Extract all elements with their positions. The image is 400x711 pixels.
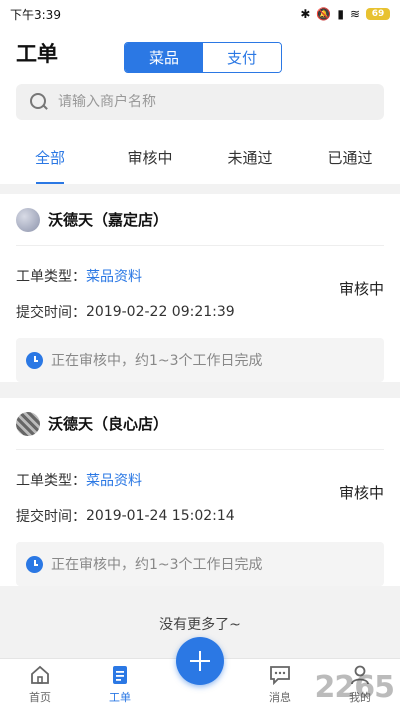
segment-dishes[interactable]: 菜品 (125, 43, 203, 72)
store-avatar (16, 207, 40, 232)
signal-icon: ▮ (337, 7, 344, 21)
order-type-value[interactable]: 菜品资料 (86, 470, 142, 490)
watermark-logo: 2265 (314, 670, 395, 705)
card-body: 工单类型： 菜品资料 提交时间： 2019-01-24 15:02:14 审核中… (16, 450, 384, 586)
card-body: 工单类型： 菜品资料 提交时间： 2019-02-22 09:21:39 审核中… (16, 246, 384, 382)
tab-approved[interactable]: 已通过 (300, 130, 400, 184)
order-type-row: 工单类型： 菜品资料 (16, 258, 384, 294)
status-bar: 下午3:39 ✱ 🔕 ▮ ≋ 69 (0, 0, 400, 28)
mute-icon: 🔕 (316, 7, 332, 21)
submit-time-label: 提交时间： (16, 509, 86, 525)
home-icon (31, 665, 49, 684)
wifi-icon: ≋ (349, 7, 360, 21)
tab-all[interactable]: 全部 (0, 130, 100, 184)
message-icon (270, 666, 290, 685)
tab-reviewing[interactable]: 审核中 (100, 130, 200, 184)
submit-time-row: 提交时间： 2019-02-22 09:21:39 (16, 294, 384, 330)
status-badge: 审核中 (338, 484, 384, 502)
card-header: 沃德天（嘉定店） (16, 194, 384, 246)
submit-time-label: 提交时间： (16, 305, 86, 321)
status-icons: ✱ 🔕 ▮ ≋ 69 (300, 7, 390, 21)
review-notice: 正在审核中，约1~3个工作日完成 (16, 542, 384, 586)
order-card[interactable]: 沃德天（嘉定店） 工单类型： 菜品资料 提交时间： 2019-02-22 09:… (0, 194, 400, 382)
review-notice-text: 正在审核中，约1~3个工作日完成 (51, 557, 263, 573)
tabbar-messages-label: 消息 (269, 691, 291, 704)
tabbar-orders-label: 工单 (109, 691, 131, 704)
store-avatar (16, 411, 40, 436)
add-button[interactable] (176, 637, 224, 685)
clock-icon (26, 555, 43, 573)
order-card[interactable]: 沃德天（良心店） 工单类型： 菜品资料 提交时间： 2019-01-24 15:… (0, 398, 400, 586)
order-icon (113, 666, 127, 684)
no-more-text: 没有更多了~ (159, 617, 241, 633)
order-type-label: 工单类型： (16, 473, 86, 489)
order-type-value[interactable]: 菜品资料 (86, 266, 142, 286)
battery-icon: 69 (366, 8, 390, 20)
search-icon (30, 93, 48, 111)
status-time: 下午3:39 (10, 7, 61, 22)
search-input[interactable] (58, 94, 370, 110)
tabbar-messages[interactable]: 消息 (240, 659, 320, 711)
tabbar-home[interactable]: 首页 (0, 659, 80, 711)
clock-icon (26, 351, 43, 369)
search-bar (0, 78, 400, 130)
segment-payment[interactable]: 支付 (203, 43, 281, 72)
order-type-label: 工单类型： (16, 269, 86, 285)
review-notice-text: 正在审核中，约1~3个工作日完成 (51, 353, 263, 369)
order-type-row: 工单类型： 菜品资料 (16, 462, 384, 498)
tab-rejected[interactable]: 未通过 (200, 130, 300, 184)
tabbar-home-label: 首页 (29, 691, 51, 704)
fab-slot (160, 637, 240, 711)
segment-control: 菜品 支付 (124, 42, 282, 73)
store-name: 沃德天（良心店） (48, 415, 169, 433)
submit-time-value: 2019-02-22 09:21:39 (86, 304, 235, 320)
status-tabs: 全部 审核中 未通过 已通过 (0, 130, 400, 184)
submit-time-row: 提交时间： 2019-01-24 15:02:14 (16, 498, 384, 534)
status-badge: 审核中 (338, 280, 384, 298)
card-header: 沃德天（良心店） (16, 398, 384, 450)
header: 工单 菜品 支付 (0, 28, 400, 78)
submit-time-value: 2019-01-24 15:02:14 (86, 508, 235, 524)
tabbar-orders[interactable]: 工单 (80, 659, 160, 711)
store-name: 沃德天（嘉定店） (48, 211, 169, 229)
page-title: 工单 (16, 42, 58, 66)
bluetooth-icon: ✱ (300, 7, 311, 21)
search-box[interactable] (16, 84, 384, 120)
review-notice: 正在审核中，约1~3个工作日完成 (16, 338, 384, 382)
